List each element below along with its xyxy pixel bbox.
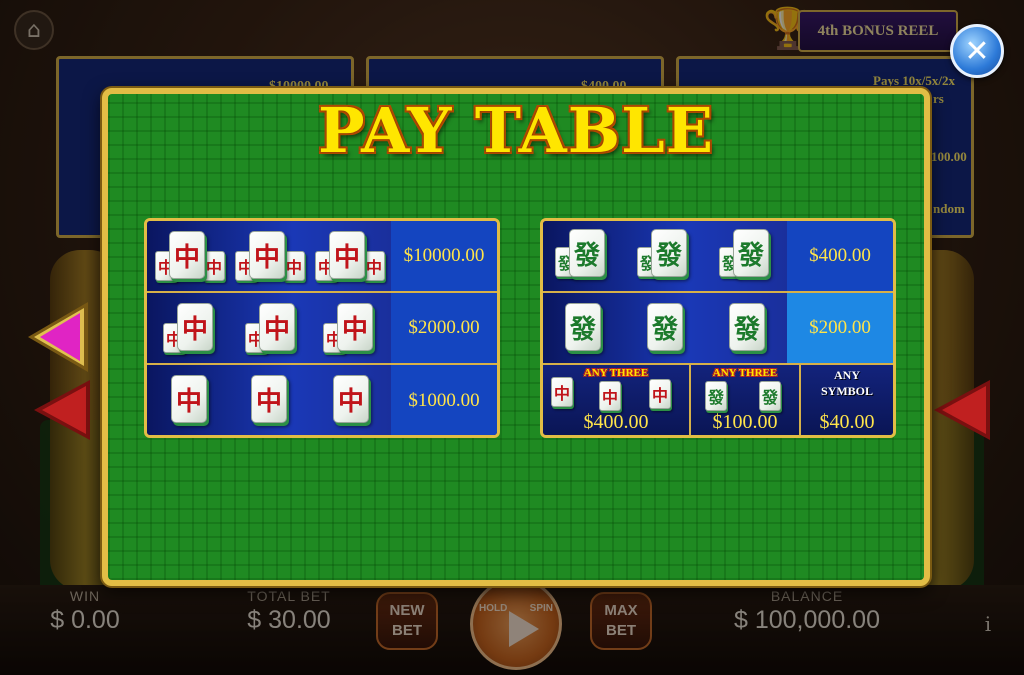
prev-page-arrow-icon[interactable] [22, 298, 94, 376]
payout-value: $200.00 [787, 293, 893, 363]
paytable-green-dragon: 發 發 發 發 發 發 $400.00 發 發 發 $200.00 中 中 中 … [540, 218, 896, 438]
tile-group: 發 發 發 [543, 293, 787, 363]
payout-value: $2000.00 [391, 293, 497, 363]
paytable-row: 中 中 中 中 中 中 $2000.00 [147, 293, 497, 365]
any-three-label: ANY THREE [583, 367, 649, 379]
left-arrow-icon [34, 380, 90, 440]
paytable-title: PAY TABLE [317, 94, 715, 167]
red-dragon-tile: 中 [177, 303, 213, 351]
payout-value: $40.00 [819, 411, 875, 433]
payout-value: $100.00 [712, 411, 778, 433]
any-symbol-cell: ANY SYMBOL $40.00 [801, 365, 893, 435]
red-dragon-tile: 中 [249, 231, 285, 279]
red-dragon-tile: 中 [333, 375, 369, 423]
tile-group: 發 發 發 發 發 發 [543, 221, 787, 291]
close-icon[interactable]: ✕ [950, 24, 1004, 78]
paytable-row: 中 中 中 中 中 中 中 中 中 $10000.00 [147, 221, 497, 293]
payout-value: $10000.00 [391, 221, 497, 291]
tile-group: 中 中 中 中 中 中 中 中 中 [147, 221, 391, 291]
red-dragon-tile: 中 [251, 375, 287, 423]
red-dragon-tile: 中 [329, 231, 365, 279]
green-dragon-tile: 發 [569, 229, 605, 277]
tile-group: 中 中 中 [147, 365, 391, 435]
red-dragon-tile: 中 [259, 303, 295, 351]
red-dragon-tile: 中 [599, 381, 621, 411]
red-dragon-tile: 中 [169, 231, 205, 279]
green-dragon-tile: 發 [759, 381, 781, 411]
any-symbol-label: ANY SYMBOL [820, 368, 873, 398]
green-dragon-tile: 發 [705, 381, 727, 411]
green-dragon-tile: 發 [729, 303, 765, 351]
green-dragon-tile: 發 [651, 229, 687, 277]
payout-value: $400.00 [583, 411, 649, 433]
green-dragon-tile: 發 [565, 303, 601, 351]
any-three-red-cell: 中 中 中 ANY THREE $400.00 [543, 365, 691, 435]
green-dragon-tile: 發 [733, 229, 769, 277]
paytable-row: 中 中 中 $1000.00 [147, 365, 497, 435]
paytable-red-dragon: 中 中 中 中 中 中 中 中 中 $10000.00 中 中 中 中 中 中 … [144, 218, 500, 438]
red-dragon-tile: 中 [551, 377, 573, 407]
paytable-row: 發 發 發 $200.00 [543, 293, 893, 365]
any-three-label: ANY THREE [712, 367, 778, 379]
payout-value: $1000.00 [391, 365, 497, 435]
red-dragon-tile: 中 [283, 251, 305, 281]
red-dragon-tile: 中 [337, 303, 373, 351]
right-arrow-icon [934, 380, 990, 440]
paytable-row: 中 中 中 ANY THREE $400.00 發 發 ANY THREE $1… [543, 365, 893, 435]
payout-value: $400.00 [787, 221, 893, 291]
paytable-row: 發 發 發 發 發 發 $400.00 [543, 221, 893, 293]
paytable-modal: PAY TABLE 中 中 中 中 中 中 中 中 中 $10000.00 中 … [102, 88, 930, 586]
tile-group: 中 中 中 中 中 中 [147, 293, 391, 363]
any-three-green-cell: 發 發 ANY THREE $100.00 [691, 365, 801, 435]
green-dragon-tile: 發 [647, 303, 683, 351]
red-dragon-tile: 中 [363, 251, 385, 281]
red-dragon-tile: 中 [203, 251, 225, 281]
red-dragon-tile: 中 [649, 379, 671, 409]
red-dragon-tile: 中 [171, 375, 207, 423]
